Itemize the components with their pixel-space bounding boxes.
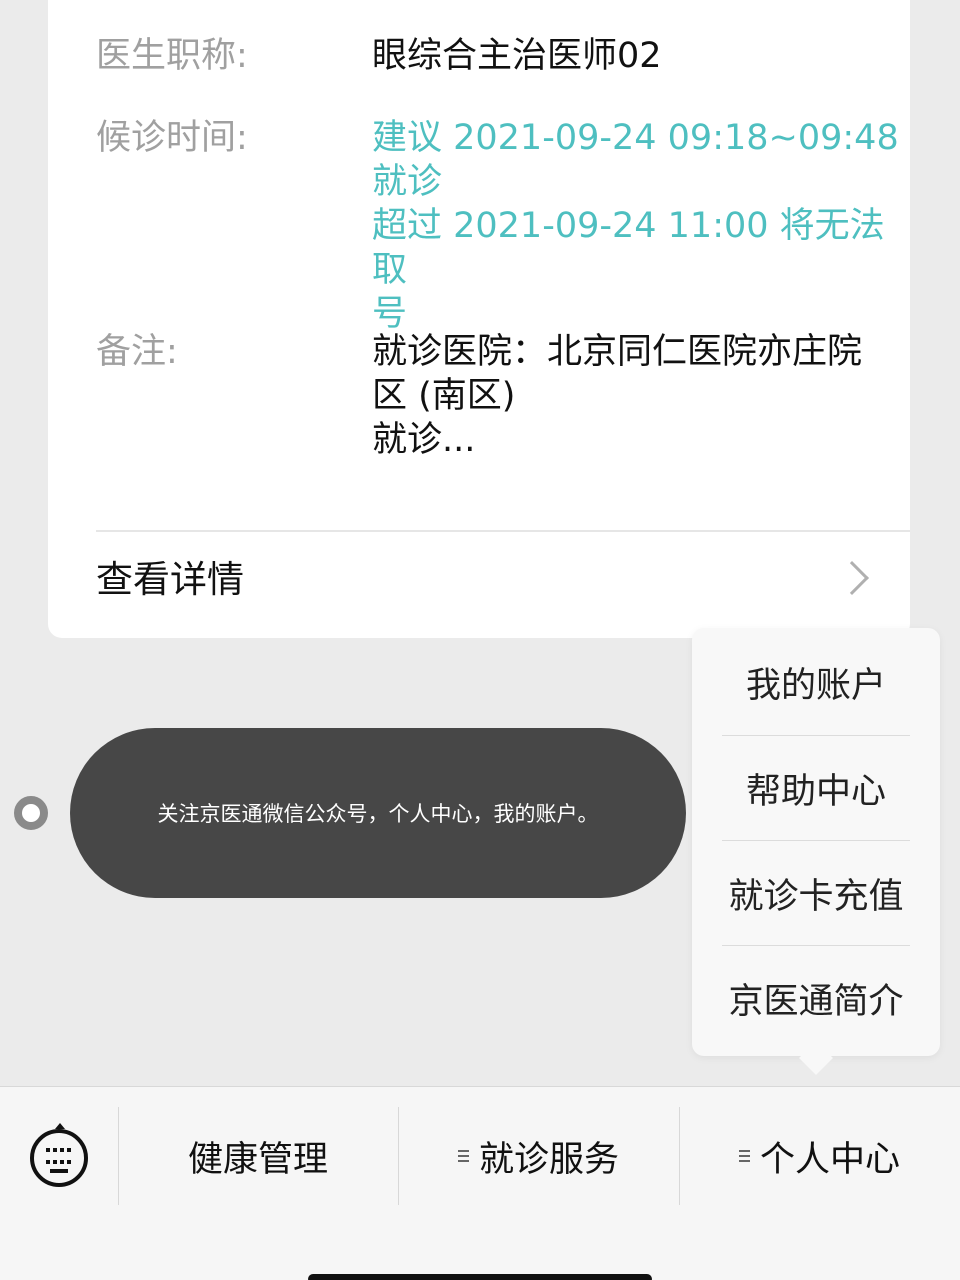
note-label: 备注:: [96, 332, 178, 372]
view-details-label: 查看详情: [96, 558, 244, 601]
menu-item-my-account[interactable]: 我的账户: [722, 630, 910, 735]
wait-time-value: 建议 2021-09-24 09:18~09:48 就诊 超过 2021-09-…: [372, 118, 899, 334]
view-details-button[interactable]: 查看详情: [48, 532, 910, 628]
radio-indicator-icon: [14, 796, 48, 830]
chat-screen: 医生职称: 眼综合主治医师02 候诊时间: 建议 2021-09-24 09:1…: [0, 0, 960, 1280]
doctor-title-label: 医生职称:: [96, 36, 248, 76]
tab-health-management[interactable]: 健康管理: [118, 1131, 398, 1181]
toast-message: 关注京医通微信公众号，个人中心，我的账户。: [70, 728, 686, 898]
submenu-icon: [457, 1150, 469, 1162]
tab-personal-center[interactable]: 个人中心: [679, 1131, 960, 1181]
home-indicator[interactable]: [308, 1274, 652, 1280]
menu-item-help-center[interactable]: 帮助中心: [722, 735, 910, 840]
tab-medical-services-label: 就诊服务: [478, 1139, 619, 1180]
keyboard-icon[interactable]: [30, 1123, 88, 1187]
toast-text: 关注京医通微信公众号，个人中心，我的账户。: [157, 802, 599, 826]
personal-center-submenu: 我的账户 帮助中心 就诊卡充值 京医通简介: [692, 628, 940, 1075]
tab-health-management-label: 健康管理: [187, 1139, 328, 1180]
note-value: 就诊医院：北京同仁医院亦庄院 区 (南区) 就诊...: [372, 332, 863, 460]
tab-personal-center-label: 个人中心: [759, 1139, 900, 1180]
chevron-right-icon: [835, 561, 869, 595]
bottom-menu-bar: 健康管理 就诊服务 个人中心: [0, 1086, 960, 1280]
doctor-title-value: 眼综合主治医师02: [372, 36, 662, 76]
appointment-card: 医生职称: 眼综合主治医师02 候诊时间: 建议 2021-09-24 09:1…: [48, 0, 910, 638]
submenu-icon: [738, 1150, 750, 1162]
menu-item-card-recharge[interactable]: 就诊卡充值: [722, 840, 910, 945]
menu-item-intro[interactable]: 京医通简介: [722, 945, 910, 1050]
wait-time-label: 候诊时间:: [96, 118, 248, 158]
tab-medical-services[interactable]: 就诊服务: [398, 1131, 679, 1181]
